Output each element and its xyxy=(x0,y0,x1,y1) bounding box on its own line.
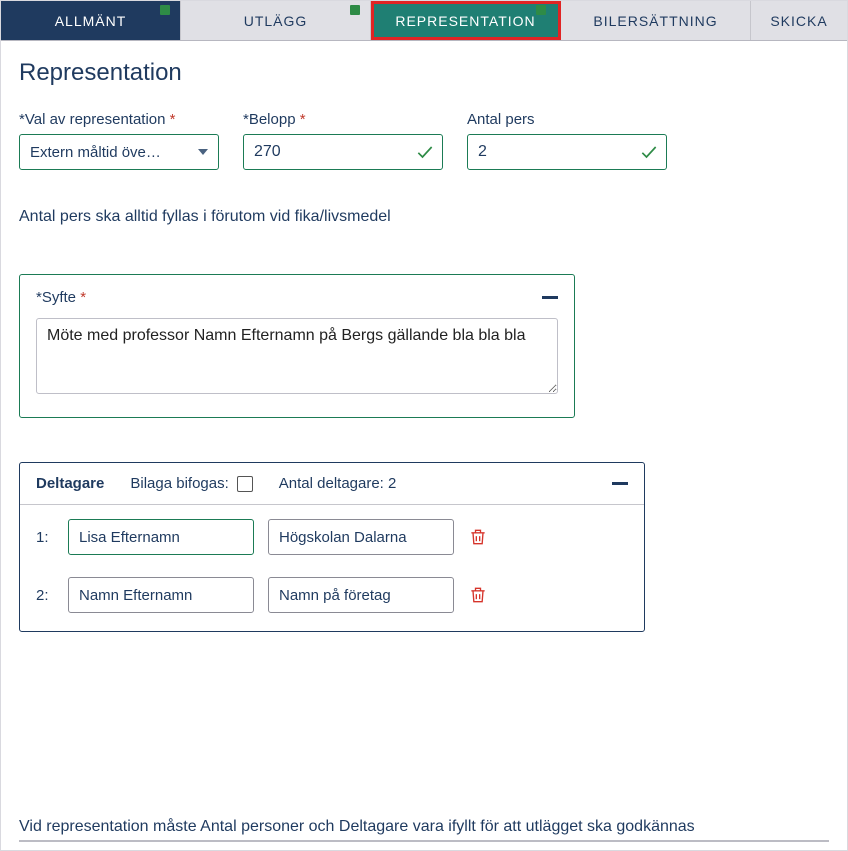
tab-utlagg[interactable]: Utlägg xyxy=(181,1,371,40)
info-note: Antal pers ska alltid fyllas i förutom v… xyxy=(19,208,829,226)
status-badge-icon xyxy=(536,5,546,15)
antal-deltagare-label: Antal deltagare: 2 xyxy=(279,475,397,492)
status-badge-icon xyxy=(160,5,170,15)
field-row: *Val av representation * Extern måltid ö… xyxy=(19,111,829,170)
panel-title: Deltagare xyxy=(36,475,104,492)
representation-select[interactable]: Extern måltid öve… xyxy=(19,134,219,170)
tab-label: Allmänt xyxy=(55,13,127,29)
panel-label: *Syfte * xyxy=(36,289,86,306)
field-val: *Val av representation * Extern måltid ö… xyxy=(19,111,219,170)
bilaga-group: Bilaga bifogas: xyxy=(130,475,252,492)
deltagare-panel: Deltagare Bilaga bifogas: Antal deltagar… xyxy=(19,462,645,632)
required-asterisk: * xyxy=(80,289,86,306)
participant-row: 1: xyxy=(36,519,628,555)
field-antal-pers: Antal pers xyxy=(467,111,667,170)
field-belopp: *Belopp * xyxy=(243,111,443,170)
syfte-textarea[interactable] xyxy=(36,318,558,394)
check-icon xyxy=(415,142,435,162)
collapse-icon[interactable] xyxy=(612,482,628,485)
page-title: Representation xyxy=(19,59,829,87)
trash-icon[interactable] xyxy=(468,584,488,606)
syfte-panel: *Syfte * xyxy=(19,274,575,418)
tab-bilersattning[interactable]: Bilersättning xyxy=(561,1,751,40)
required-asterisk: * xyxy=(170,111,176,128)
field-label: *Belopp * xyxy=(243,111,443,128)
row-index: 1: xyxy=(36,529,54,546)
participant-org-input[interactable] xyxy=(268,577,454,613)
app-frame: Allmänt Utlägg Representation Bilersättn… xyxy=(0,0,848,851)
participant-name-input[interactable] xyxy=(68,519,254,555)
bilaga-checkbox[interactable] xyxy=(237,476,253,492)
select-value: Extern måltid öve… xyxy=(30,144,161,161)
collapse-icon[interactable] xyxy=(542,296,558,299)
field-label: Antal pers xyxy=(467,111,667,128)
required-asterisk: * xyxy=(300,111,306,128)
chevron-down-icon xyxy=(198,149,208,155)
panel-header: Deltagare Bilaga bifogas: Antal deltagar… xyxy=(20,463,644,505)
deltagare-body: 1: 2: xyxy=(20,505,644,631)
tab-bar: Allmänt Utlägg Representation Bilersättn… xyxy=(1,1,847,41)
participant-name-input[interactable] xyxy=(68,577,254,613)
input-wrapper xyxy=(467,134,667,170)
participant-org-input[interactable] xyxy=(268,519,454,555)
tab-skicka[interactable]: Skicka xyxy=(751,1,847,40)
tab-label: Representation xyxy=(395,13,535,29)
tab-label: Skicka xyxy=(770,13,827,29)
bilaga-label: Bilaga bifogas: xyxy=(130,475,228,492)
tab-label: Utlägg xyxy=(244,13,308,29)
tab-allmant[interactable]: Allmänt xyxy=(1,1,181,40)
panel-header: *Syfte * xyxy=(36,289,558,306)
row-index: 2: xyxy=(36,587,54,604)
antal-pers-input[interactable] xyxy=(467,134,667,170)
page-content: Representation *Val av representation * … xyxy=(1,41,847,632)
footer-note: Vid representation måste Antal personer … xyxy=(19,818,829,842)
status-badge-icon xyxy=(350,5,360,15)
trash-icon[interactable] xyxy=(468,526,488,548)
tab-representation[interactable]: Representation xyxy=(371,1,561,40)
belopp-input[interactable] xyxy=(243,134,443,170)
input-wrapper xyxy=(243,134,443,170)
tab-label: Bilersättning xyxy=(593,13,717,29)
field-label: *Val av representation * xyxy=(19,111,219,128)
participant-row: 2: xyxy=(36,577,628,613)
check-icon xyxy=(639,142,659,162)
